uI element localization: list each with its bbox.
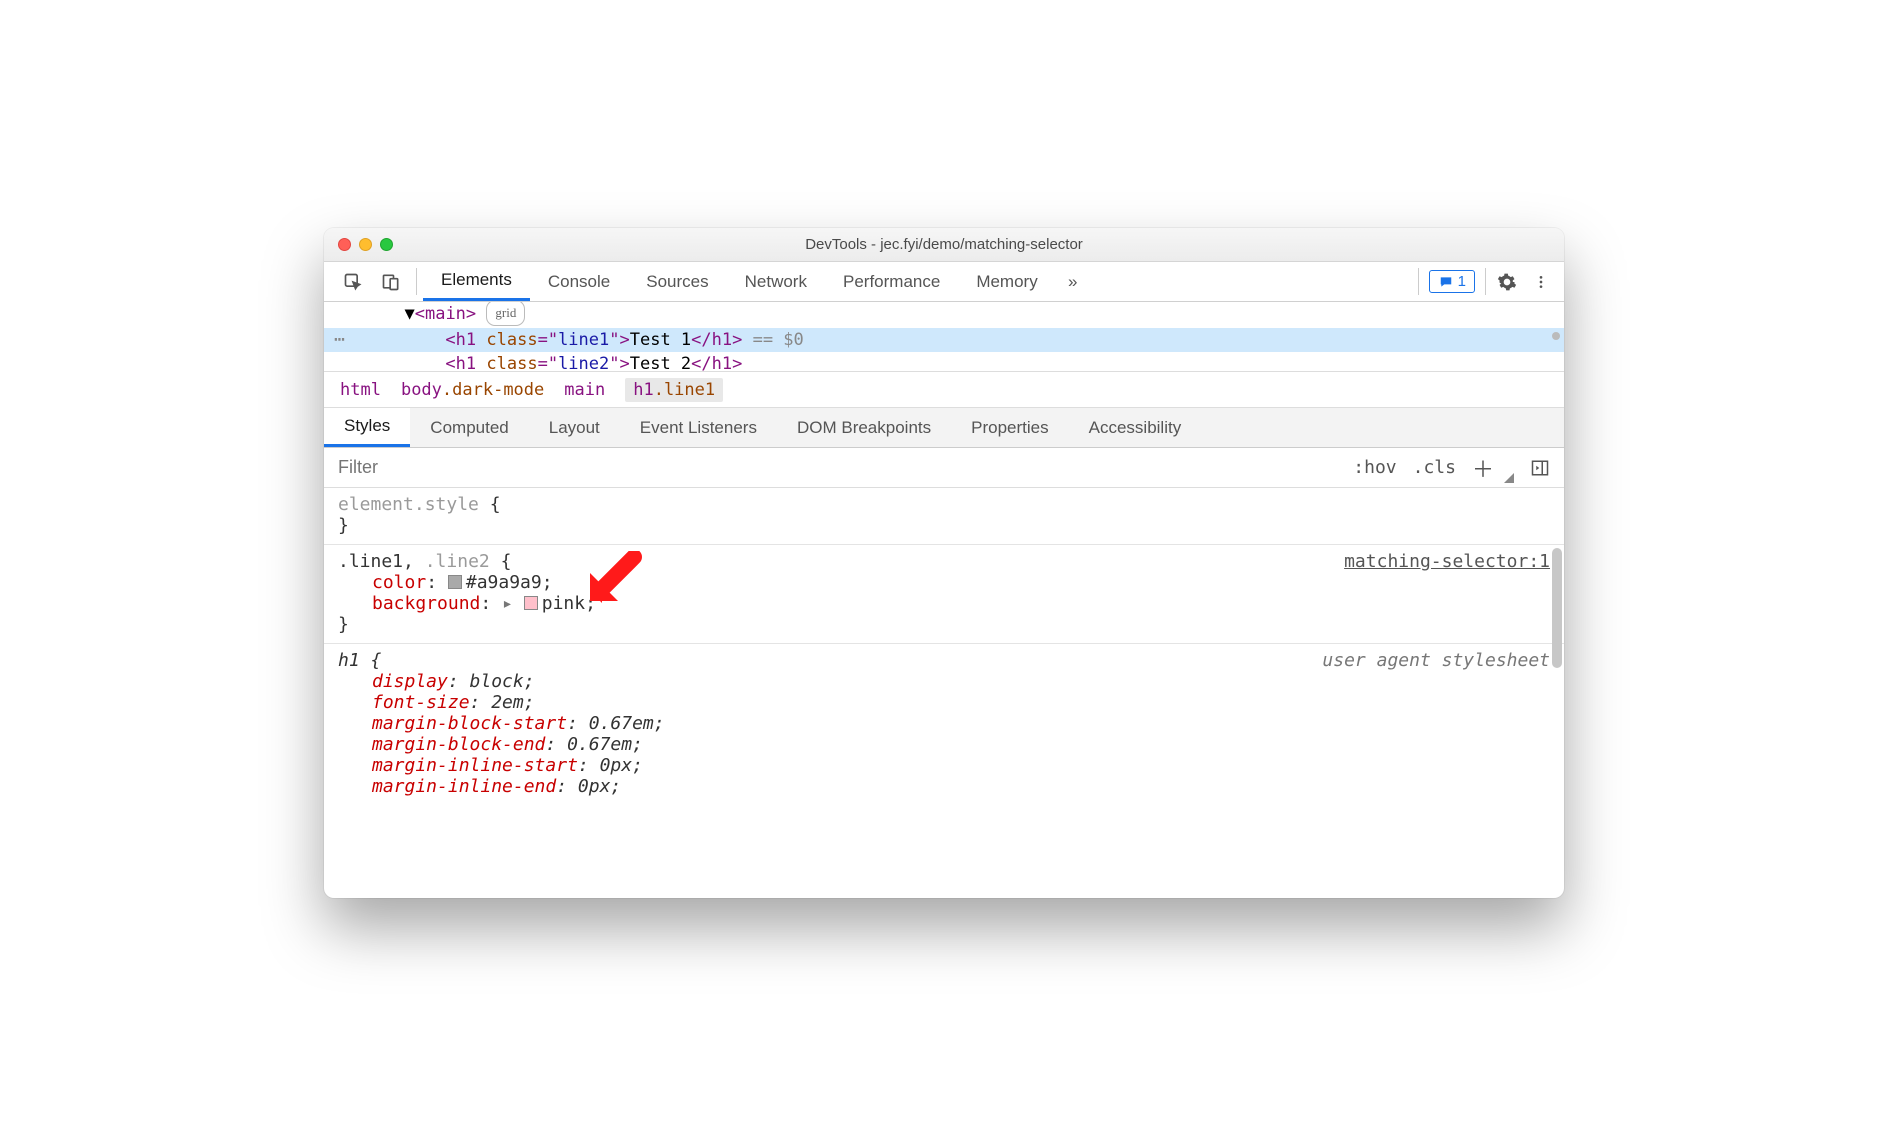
crumb-body[interactable]: body.dark-mode	[401, 380, 544, 400]
scrollbar-thumb[interactable]	[1552, 548, 1562, 668]
css-declaration[interactable]: display: block;	[338, 671, 1550, 692]
color-swatch-icon[interactable]	[524, 596, 538, 610]
subtab-layout[interactable]: Layout	[529, 408, 620, 447]
rule-origin-ua: user agent stylesheet	[1322, 650, 1550, 671]
toggle-sidebar-icon[interactable]	[1530, 459, 1550, 477]
dom-scroll-indicator	[1552, 332, 1560, 340]
styles-toolbar: :hov .cls ＋	[324, 448, 1564, 488]
messages-count: 1	[1458, 273, 1466, 290]
rule-line1-line2[interactable]: matching-selector:1 .line1, .line2 { col…	[324, 545, 1564, 644]
rule-element-style[interactable]: element.style { }	[324, 488, 1564, 545]
css-declaration[interactable]: margin-inline-end: 0px;	[338, 776, 1550, 797]
tab-network[interactable]: Network	[727, 262, 825, 301]
filter-input[interactable]	[338, 457, 1337, 478]
subtab-properties[interactable]: Properties	[951, 408, 1068, 447]
dom-breadcrumb: html body.dark-mode main h1.line1	[324, 372, 1564, 408]
grid-badge[interactable]: grid	[486, 302, 525, 326]
tabs-overflow-icon[interactable]: »	[1056, 262, 1090, 301]
rule-h1-user-agent[interactable]: user agent stylesheet h1 { display: bloc…	[324, 644, 1564, 805]
main-tabbar: Elements Console Sources Network Perform…	[324, 262, 1564, 302]
crumb-html[interactable]: html	[340, 380, 381, 400]
css-declaration[interactable]: margin-block-start: 0.67em;	[338, 713, 1550, 734]
subtab-styles[interactable]: Styles	[324, 408, 410, 447]
devtools-window: DevTools - jec.fyi/demo/matching-selecto…	[324, 228, 1564, 898]
tab-console[interactable]: Console	[530, 262, 628, 301]
rule-origin-link[interactable]: matching-selector:1	[1344, 551, 1550, 572]
styles-pane[interactable]: element.style { } matching-selector:1 .l…	[324, 488, 1564, 898]
tab-sources[interactable]: Sources	[628, 262, 726, 301]
cls-toggle[interactable]: .cls	[1413, 457, 1456, 478]
dom-row-selected[interactable]: <h1 class="line1">Test 1</h1> == $0	[324, 328, 1564, 352]
css-declaration[interactable]: margin-inline-start: 0px;	[338, 755, 1550, 776]
device-toggle-icon[interactable]	[372, 262, 410, 301]
hov-toggle[interactable]: :hov	[1353, 457, 1396, 478]
dom-row-main[interactable]: ▼<main> grid	[324, 302, 1564, 328]
dom-tree[interactable]: ▼<main> grid <h1 class="line1">Test 1</h…	[324, 302, 1564, 372]
inspect-icon[interactable]	[334, 262, 372, 301]
subtab-event-listeners[interactable]: Event Listeners	[620, 408, 777, 447]
titlebar: DevTools - jec.fyi/demo/matching-selecto…	[324, 228, 1564, 262]
window-title: DevTools - jec.fyi/demo/matching-selecto…	[324, 236, 1564, 253]
tab-performance[interactable]: Performance	[825, 262, 958, 301]
subtab-accessibility[interactable]: Accessibility	[1069, 408, 1202, 447]
tab-elements[interactable]: Elements	[423, 262, 530, 301]
messages-badge[interactable]: 1	[1429, 270, 1475, 293]
tab-memory[interactable]: Memory	[958, 262, 1055, 301]
styles-subtabs: Styles Computed Layout Event Listeners D…	[324, 408, 1564, 448]
css-declaration[interactable]: margin-block-end: 0.67em;	[338, 734, 1550, 755]
new-rule-button[interactable]: ＋	[1472, 452, 1494, 484]
crumb-selected[interactable]: h1.line1	[625, 378, 723, 402]
kebab-menu-icon[interactable]	[1524, 262, 1558, 301]
color-swatch-icon[interactable]	[448, 575, 462, 589]
settings-gear-icon[interactable]	[1490, 262, 1524, 301]
crumb-main[interactable]: main	[564, 380, 605, 400]
resize-corner-icon	[1504, 473, 1514, 483]
css-declaration[interactable]: font-size: 2em;	[338, 692, 1550, 713]
subtab-computed[interactable]: Computed	[410, 408, 528, 447]
subtab-dom-breakpoints[interactable]: DOM Breakpoints	[777, 408, 951, 447]
dom-row-next[interactable]: <h1 class="line2">Test 2</h1>	[324, 352, 1564, 372]
